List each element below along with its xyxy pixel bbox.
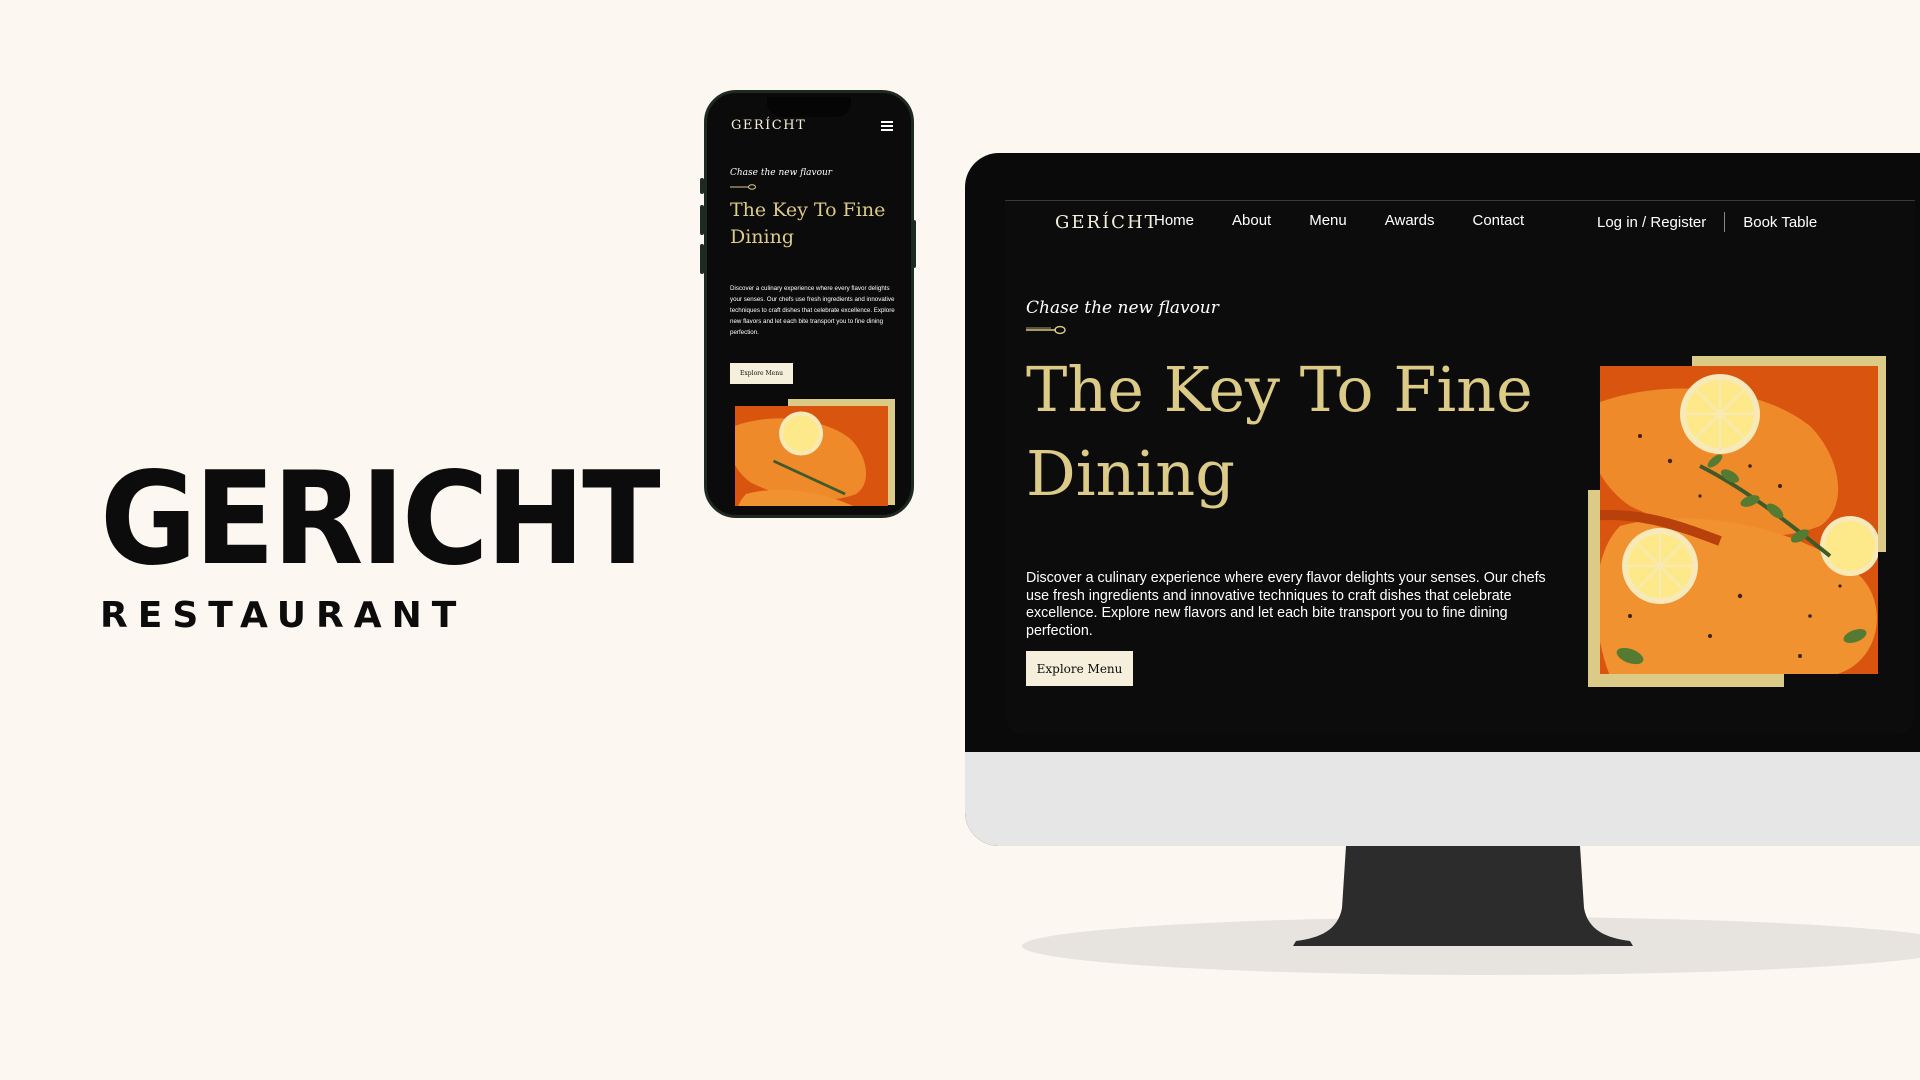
mobile-hero-title: The Key To Fine Dining	[730, 199, 886, 248]
nav-menu[interactable]: Menu	[1309, 212, 1347, 229]
nav-about[interactable]: About	[1232, 212, 1271, 229]
nav-actions: Log in / Register Book Table	[1597, 212, 1817, 232]
mobile-logo[interactable]: GERÍCHT	[731, 118, 806, 133]
hero-title: The Key To Fine Dining	[1026, 353, 1533, 510]
login-register-link[interactable]: Log in / Register	[1597, 214, 1706, 231]
salmon-dish-image	[1600, 366, 1878, 674]
site-logo[interactable]: GERÍCHT	[1055, 212, 1159, 233]
brand-name: GERICHT	[100, 455, 660, 575]
phone-mockup: GERÍCHT Chase the new flavour The Key To…	[704, 90, 914, 518]
main-nav: Home About Menu Awards Contact	[1154, 212, 1562, 229]
nav-divider	[1724, 212, 1726, 232]
phone-notch	[767, 97, 851, 117]
mobile-hero-description: Discover a culinary experience where eve…	[730, 285, 895, 336]
mobile-hero-subtitle: Chase the new flavour	[730, 168, 833, 178]
gericht-logo: GERICHT	[100, 455, 660, 575]
nav-awards[interactable]: Awards	[1385, 212, 1435, 229]
brand-lockup: GERICHT RESTAURANT	[100, 455, 660, 636]
mobile-explore-menu-button[interactable]: Explore Menu	[730, 363, 793, 384]
brand-tagline: RESTAURANT	[100, 595, 467, 636]
mobile-salmon-image	[735, 406, 888, 506]
spoon-icon	[730, 184, 756, 190]
book-table-link[interactable]: Book Table	[1743, 214, 1817, 231]
monitor-chin	[965, 752, 1920, 846]
desktop-website-screen: GERÍCHT Home About Menu Awards Contact L…	[1005, 200, 1915, 735]
hero-description: Discover a culinary experience where eve…	[1026, 570, 1546, 639]
monitor-stand	[1293, 846, 1633, 946]
spoon-icon	[1026, 325, 1066, 335]
hamburger-menu-icon[interactable]	[881, 121, 893, 131]
hero-subtitle: Chase the new flavour	[1026, 298, 1219, 318]
nav-home[interactable]: Home	[1154, 212, 1194, 229]
nav-contact[interactable]: Contact	[1473, 212, 1525, 229]
explore-menu-button[interactable]: Explore Menu	[1026, 651, 1133, 686]
